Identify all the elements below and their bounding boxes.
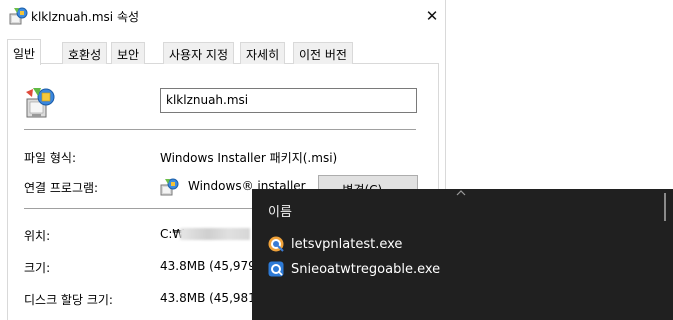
column-header-name[interactable]: 이름 [268, 201, 292, 220]
redacted-path [180, 228, 250, 240]
letsvpn-app-icon [268, 236, 284, 252]
file-name-input[interactable]: klklznuah.msi [160, 88, 417, 113]
size-value: 43.8MB (45,979 [160, 259, 256, 273]
file-type-label: 파일 형식: [24, 151, 77, 165]
chevron-up-icon[interactable] [455, 187, 467, 197]
windows-installer-icon [160, 178, 180, 196]
list-item[interactable]: letsvpnlatest.exe [268, 234, 402, 254]
divider [24, 129, 416, 130]
location-label: 위치: [24, 229, 51, 243]
tab-general[interactable]: 일반 [7, 39, 42, 65]
size-on-disk-value: 43.8MB (45,981 [160, 291, 256, 305]
column-separator[interactable] [664, 193, 666, 221]
msi-installer-icon [24, 86, 58, 120]
file-type-value: Windows Installer 패키지(.msi) [160, 151, 338, 165]
title-bar[interactable]: klklznuah.msi 속성 ✕ [0, 0, 446, 32]
tab-details[interactable]: 자세히 [240, 42, 286, 64]
tab-compatibility[interactable]: 호환성 [62, 42, 108, 64]
tab-customize[interactable]: 사용자 지정 [163, 42, 235, 64]
msi-package-icon [9, 7, 29, 25]
file-name: letsvpnlatest.exe [291, 236, 403, 252]
file-list-panel: 이름 letsvpnlatest.exe Snieoatwtregoable.e… [252, 189, 673, 320]
opens-with-label: 연결 프로그램: [24, 181, 99, 195]
close-icon[interactable]: ✕ [418, 0, 446, 32]
tab-strip: 일반 호환성 보안 사용자 지정 자세히 이전 버전 [7, 39, 439, 65]
size-on-disk-label: 디스크 할당 크기: [24, 293, 113, 307]
size-label: 크기: [24, 261, 51, 275]
file-name: Snieoatwtregoable.exe [291, 261, 441, 277]
list-item[interactable]: Snieoatwtregoable.exe [268, 259, 440, 279]
tab-security[interactable]: 보안 [111, 42, 146, 64]
window-title: klklznuah.msi 속성 [31, 10, 140, 24]
snieo-app-icon [268, 261, 284, 277]
tab-previous-versions[interactable]: 이전 버전 [293, 42, 353, 64]
